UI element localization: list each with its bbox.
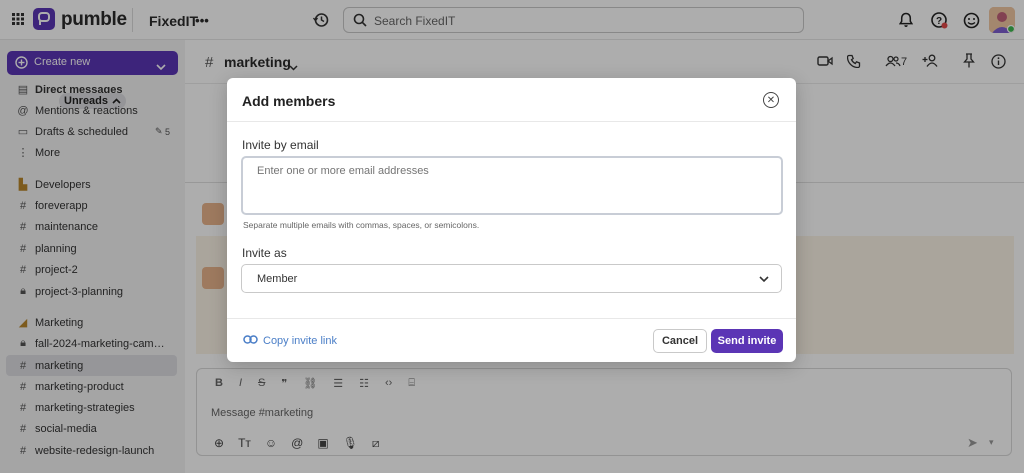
role-value: Member	[257, 272, 298, 285]
dialog-title: Add members	[242, 93, 336, 109]
link-icon	[243, 335, 258, 347]
divider	[227, 121, 796, 122]
role-select[interactable]: Member	[241, 264, 782, 293]
invite-email-label: Invite by email	[242, 138, 319, 152]
email-field[interactable]	[241, 156, 783, 215]
invite-as-label: Invite as	[242, 246, 287, 260]
email-hint: Separate multiple emails with commas, sp…	[243, 220, 480, 230]
cancel-button[interactable]: Cancel	[653, 329, 707, 353]
copy-invite-link-button[interactable]: Copy invite link	[243, 335, 337, 347]
email-input[interactable]	[243, 158, 781, 213]
close-icon[interactable]: ✕	[763, 92, 779, 108]
copy-invite-link-label: Copy invite link	[263, 335, 337, 347]
send-invite-button[interactable]: Send invite	[711, 329, 783, 353]
add-members-dialog: Add members ✕ Invite by email Separate m…	[227, 78, 796, 362]
chevron-down-icon	[759, 274, 769, 286]
divider	[227, 318, 796, 319]
